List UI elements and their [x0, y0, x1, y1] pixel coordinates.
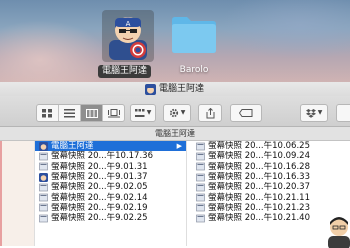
list-item[interactable]: 螢幕快照 20...午10.17.36 [35, 151, 186, 161]
image-icon [196, 183, 205, 192]
wallpaper-glow-2 [220, 0, 350, 60]
file-name: 電腦王阿達 [51, 141, 94, 152]
share-button[interactable] [198, 104, 222, 122]
list-icon [64, 108, 75, 117]
file-name: 螢幕快照 20...午9.02.25 [51, 213, 148, 224]
list-item[interactable]: 電腦王阿達 ▶ [35, 141, 186, 152]
columns-icon [85, 108, 98, 118]
list-item[interactable]: 螢幕快照 20...午10.20.37 [187, 182, 350, 192]
captain-avatar-icon[interactable]: A [107, 12, 149, 60]
image-icon [39, 193, 48, 202]
search-button[interactable] [336, 104, 350, 122]
chevron-down-icon: ▼ [180, 109, 186, 116]
file-name: 螢幕快照 20...午10.21.23 [208, 202, 310, 213]
desktop-icon-label-folder[interactable]: Barolo [172, 64, 216, 76]
desktop-icon-label-selected[interactable]: 電腦王阿達 [98, 65, 152, 78]
list-item[interactable]: 螢幕快照 20...午9.01.31 [35, 162, 186, 172]
file-name: 螢幕快照 20...午10.09.24 [208, 151, 310, 162]
chevron-down-icon: ▼ [146, 109, 152, 116]
file-name: 螢幕快照 20...午9.01.31 [51, 161, 148, 172]
file-name: 螢幕快照 20...午9.02.19 [51, 202, 148, 213]
path-title: 電腦王阿達 [155, 129, 195, 138]
image-icon [196, 142, 205, 150]
tag-icon [239, 109, 253, 117]
grid-icon [42, 108, 52, 117]
dropbox-button[interactable]: ▼ [300, 104, 328, 122]
wallpaper-glow [0, 20, 110, 82]
file-name: 螢幕快照 20...午10.21.11 [208, 192, 310, 203]
image-icon [196, 214, 205, 223]
list-item[interactable]: 螢幕快照 20...午10.16.33 [187, 172, 350, 182]
gear-icon [169, 108, 178, 118]
image-icon [196, 152, 205, 161]
column-browser: 電腦王阿達 ▶ 螢幕快照 20...午10.17.36 螢幕快照 20...午9… [0, 141, 350, 248]
folder-icon[interactable] [170, 14, 218, 54]
image-icon [196, 204, 205, 212]
column-view-button[interactable] [81, 105, 103, 121]
image-icon [39, 162, 48, 171]
window-title: 電腦王阿達 [159, 84, 205, 94]
person-avatar-icon [328, 217, 350, 248]
view-mode-control[interactable] [36, 104, 125, 122]
title-avatar-icon [145, 83, 156, 95]
list-item[interactable]: 螢幕快照 20...午10.16.28 [187, 162, 350, 172]
file-name: 螢幕快照 20...午9.02.14 [51, 192, 148, 203]
list-item[interactable]: 螢幕快照 20...午9.02.14 [35, 192, 186, 203]
arrange-button[interactable]: ▼ [130, 104, 156, 122]
file-name: 螢幕快照 20...午9.01.37 [51, 172, 148, 183]
file-name: 螢幕快照 20...午10.06.25 [208, 141, 310, 152]
file-column-1: 電腦王阿達 ▶ 螢幕快照 20...午10.17.36 螢幕快照 20...午9… [35, 141, 187, 246]
file-name: 螢幕快照 20...午9.02.05 [51, 182, 148, 193]
tag-button[interactable] [230, 104, 262, 122]
cover-flow-button[interactable] [103, 105, 124, 121]
file-name: 螢幕快照 20...午10.16.28 [208, 161, 310, 172]
cover-flow-icon [107, 108, 120, 117]
image-icon [39, 152, 48, 161]
file-name: 螢幕快照 20...午10.16.33 [208, 172, 310, 183]
icon-view-button[interactable] [37, 105, 59, 121]
list-item[interactable]: 螢幕快照 20...午9.02.05 [35, 182, 186, 192]
file-name: 螢幕快照 20...午10.20.37 [208, 182, 310, 193]
list-view-button[interactable] [59, 105, 81, 121]
desktop: A 電腦王阿達 Barolo [0, 0, 350, 82]
path-bar: 電腦王阿達 [0, 127, 350, 141]
list-item[interactable]: 螢幕快照 20...午9.02.25 [35, 213, 186, 223]
toolbar: ▼ ▼ ▼ [0, 96, 350, 127]
image-icon [196, 162, 205, 171]
avatar-icon [39, 172, 48, 182]
file-name: 螢幕快照 20...午10.17.36 [51, 151, 153, 162]
svg-text:A: A [126, 20, 131, 28]
list-item[interactable]: 螢幕快照 20...午10.21.11 [187, 192, 350, 203]
arrange-icon [134, 108, 145, 117]
action-button[interactable]: ▼ [163, 104, 191, 122]
dropbox-icon [305, 108, 316, 118]
image-icon [196, 193, 205, 202]
image-icon [39, 183, 48, 192]
image-icon [39, 214, 48, 223]
share-icon [206, 107, 214, 118]
image-icon [196, 173, 205, 181]
list-item[interactable]: 螢幕快照 20...午10.21.23 [187, 203, 350, 213]
disclosure-arrow-icon: ▶ [176, 142, 182, 151]
chevron-down-icon: ▼ [317, 109, 323, 116]
window-title-group: 電腦王阿達 [145, 83, 204, 95]
finder-window: 電腦王阿達 ▼ ▼ ▼ 電腦王阿達 電腦王阿達 ▶ 螢幕快照 20...午10.… [0, 82, 350, 248]
list-item[interactable]: 螢幕快照 20...午9.02.19 [35, 203, 186, 213]
list-item[interactable]: 螢幕快照 20...午10.06.25 [187, 141, 350, 151]
file-name: 螢幕快照 20...午10.21.40 [208, 213, 310, 224]
list-item[interactable]: 螢幕快照 20...午10.09.24 [187, 151, 350, 161]
list-item[interactable]: 螢幕快照 20...午9.01.37 [35, 172, 186, 182]
window-titlebar[interactable]: 電腦王阿達 [0, 82, 350, 96]
avatar-icon [39, 141, 48, 151]
sidebar-accent [0, 141, 2, 246]
sidebar-column [0, 141, 35, 246]
image-icon [39, 204, 48, 212]
